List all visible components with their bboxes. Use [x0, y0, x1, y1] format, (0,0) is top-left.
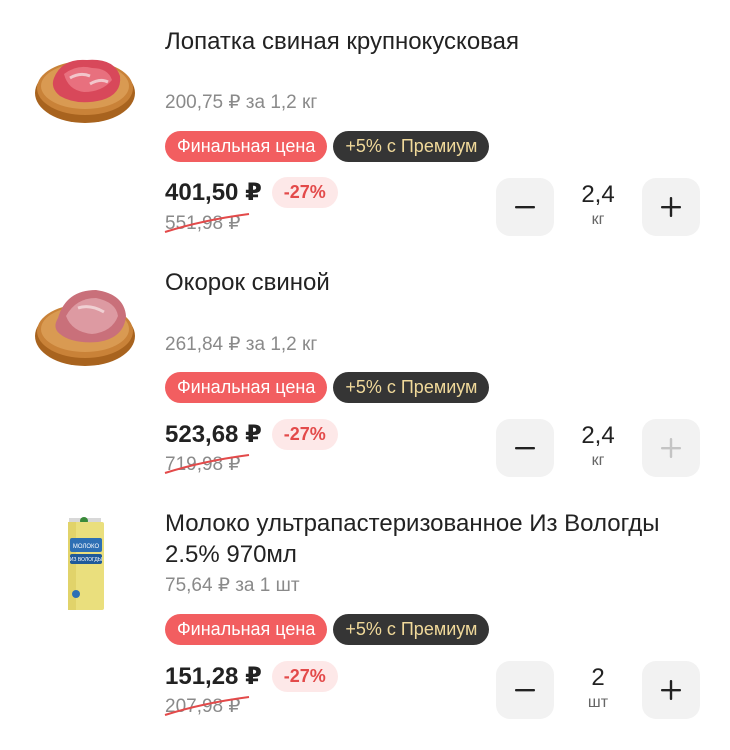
old-price: 207,98 ₽: [164, 695, 250, 718]
quantity-unit: кг: [591, 452, 605, 469]
minus-icon: [515, 206, 535, 209]
minus-icon: [515, 689, 535, 692]
product-title[interactable]: Лопатка свиная крупнокусковая: [165, 26, 685, 57]
final-price-badge: Финальная цена: [165, 131, 328, 162]
unit-price: 261,84 ₽ за 1,2 кг: [165, 334, 318, 355]
plus-icon: [661, 438, 681, 458]
discount-badge: -27%: [271, 177, 338, 208]
svg-text:МОЛОКО: МОЛОКО: [73, 544, 100, 550]
price-row: 523,68 ₽ -27%: [165, 419, 338, 450]
discount-badge: -27%: [271, 661, 338, 692]
quantity-display: 2,4 кг: [558, 181, 638, 231]
old-price-value: 551,98 ₽: [165, 213, 241, 234]
unit-price: 200,75 ₽ за 1,2 кг: [165, 92, 318, 113]
premium-badge[interactable]: +5% с Премиум: [333, 614, 490, 645]
decrease-quantity-button[interactable]: [496, 419, 554, 477]
price-row: 151,28 ₽ -27%: [165, 661, 338, 692]
final-price-badge: Финальная цена: [165, 372, 328, 403]
premium-badge[interactable]: +5% с Премиум: [333, 131, 490, 162]
unit-price: 75,64 ₽ за 1 шт: [165, 575, 300, 596]
price-row: 401,50 ₽ -27%: [165, 177, 338, 208]
badges: Финальная цена +5% с Премиум: [165, 372, 490, 403]
quantity-value: 2: [591, 664, 605, 691]
old-price: 551,98 ₽: [164, 212, 250, 235]
old-price-value: 719,98 ₽: [165, 454, 241, 475]
badges: Финальная цена +5% с Премиум: [165, 131, 490, 162]
quantity-unit: шт: [587, 694, 609, 711]
increase-quantity-button[interactable]: [642, 178, 700, 236]
old-price: 719,98 ₽: [164, 453, 250, 476]
decrease-quantity-button[interactable]: [496, 661, 554, 719]
plus-icon: [661, 680, 681, 700]
quantity-unit: кг: [591, 211, 605, 228]
increase-quantity-button[interactable]: [642, 661, 700, 719]
product-title[interactable]: Окорок свиной: [165, 267, 685, 298]
quantity-display: 2 шт: [558, 664, 638, 714]
badges: Финальная цена +5% с Премиум: [165, 614, 490, 645]
premium-badge[interactable]: +5% с Премиум: [333, 372, 490, 403]
current-price: 151,28 ₽: [165, 663, 262, 690]
quantity-value: 2,4: [581, 422, 615, 449]
product-title[interactable]: Молоко ультрапастеризованное Из Вологды …: [165, 508, 685, 570]
quantity-display: 2,4 кг: [558, 422, 638, 472]
pork-ham-image[interactable]: [32, 272, 138, 378]
increase-quantity-button-disabled[interactable]: [642, 419, 700, 477]
current-price: 401,50 ₽: [165, 179, 262, 206]
discount-badge: -27%: [271, 419, 338, 450]
decrease-quantity-button[interactable]: [496, 178, 554, 236]
current-price: 523,68 ₽: [165, 421, 262, 448]
quantity-value: 2,4: [581, 181, 615, 208]
pork-shoulder-image[interactable]: [32, 28, 138, 134]
minus-icon: [515, 447, 535, 450]
old-price-value: 207,98 ₽: [165, 696, 241, 717]
plus-icon: [661, 197, 681, 217]
milk-carton-image[interactable]: МОЛОКО ИЗ ВОЛОГДЫ: [32, 512, 138, 618]
final-price-badge: Финальная цена: [165, 614, 328, 645]
svg-text:ИЗ ВОЛОГДЫ: ИЗ ВОЛОГДЫ: [70, 557, 103, 563]
